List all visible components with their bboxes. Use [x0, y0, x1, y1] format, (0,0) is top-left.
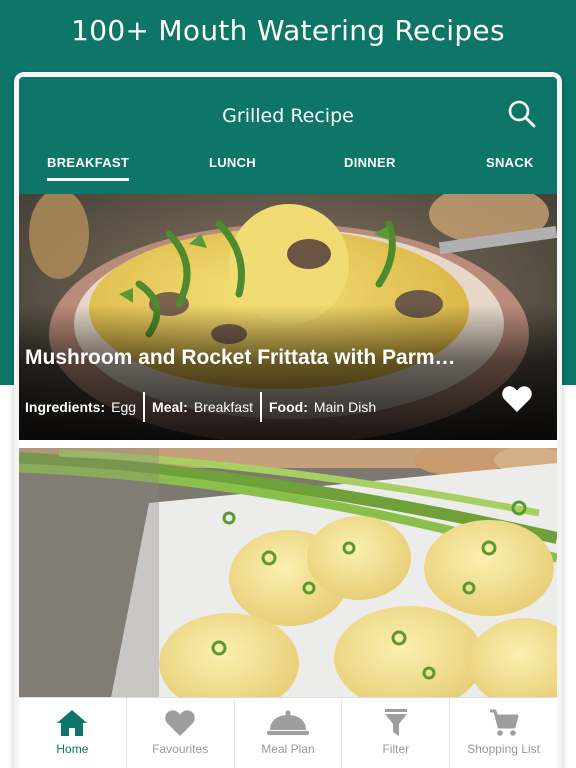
tab-dinner[interactable]: DINNER: [344, 155, 396, 178]
app-header: Grilled Recipe BREAKFAST LUNCH DINNER SN…: [19, 77, 557, 194]
page-title: Grilled Recipe: [222, 105, 354, 127]
nav-label: Home: [56, 742, 89, 756]
nav-label: Meal Plan: [261, 742, 315, 756]
recipe-meta: Ingredients: Egg Meal: Breakfast Food: M…: [25, 390, 376, 424]
category-tabs: BREAKFAST LUNCH DINNER SNACK: [19, 155, 557, 185]
heart-icon: [502, 386, 532, 412]
filter-icon: [384, 709, 407, 736]
nav-label: Filter: [382, 742, 410, 756]
recipe-title: Mushroom and Rocket Frittata with Parm…: [25, 346, 456, 369]
cart-icon: [489, 709, 519, 736]
meal-value: Breakfast: [193, 399, 253, 415]
recipe-image-egg-muffins: [19, 448, 557, 708]
search-button[interactable]: [507, 99, 537, 129]
heart-icon: [165, 710, 195, 736]
bottom-navigation: Home Favourites Meal Plan Filter Shoppin…: [19, 697, 557, 768]
nav-label: Shopping List: [467, 742, 540, 756]
search-icon: [508, 100, 536, 128]
meta-divider: [259, 392, 262, 422]
meta-divider: [143, 392, 146, 422]
favourite-button[interactable]: [501, 384, 533, 414]
cloche-icon: [266, 710, 309, 735]
ingredients-value: Egg: [111, 399, 137, 415]
nav-filter[interactable]: Filter: [342, 698, 451, 768]
tab-snack[interactable]: SNACK: [486, 155, 534, 178]
device-frame: Grilled Recipe BREAKFAST LUNCH DINNER SN…: [14, 72, 562, 768]
ingredients-label: Ingredients:: [25, 399, 106, 415]
nav-label: Favourites: [152, 742, 209, 756]
nav-meal-plan[interactable]: Meal Plan: [235, 698, 343, 768]
recipe-card[interactable]: Mushroom and Rocket Frittata with Parm… …: [19, 194, 557, 440]
home-icon: [57, 710, 88, 736]
nav-home[interactable]: Home: [19, 698, 127, 768]
recipe-card[interactable]: [19, 448, 557, 708]
food-value: Main Dish: [313, 399, 377, 415]
nav-shopping-list[interactable]: Shopping List: [450, 698, 557, 768]
promo-headline: 100+ Mouth Watering Recipes: [71, 14, 505, 47]
tab-lunch[interactable]: LUNCH: [209, 155, 256, 178]
meal-label: Meal:: [152, 399, 188, 415]
tab-breakfast[interactable]: BREAKFAST: [47, 155, 130, 181]
app-screen: Grilled Recipe BREAKFAST LUNCH DINNER SN…: [19, 77, 557, 768]
food-label: Food:: [268, 399, 308, 415]
nav-favourites[interactable]: Favourites: [127, 698, 235, 768]
